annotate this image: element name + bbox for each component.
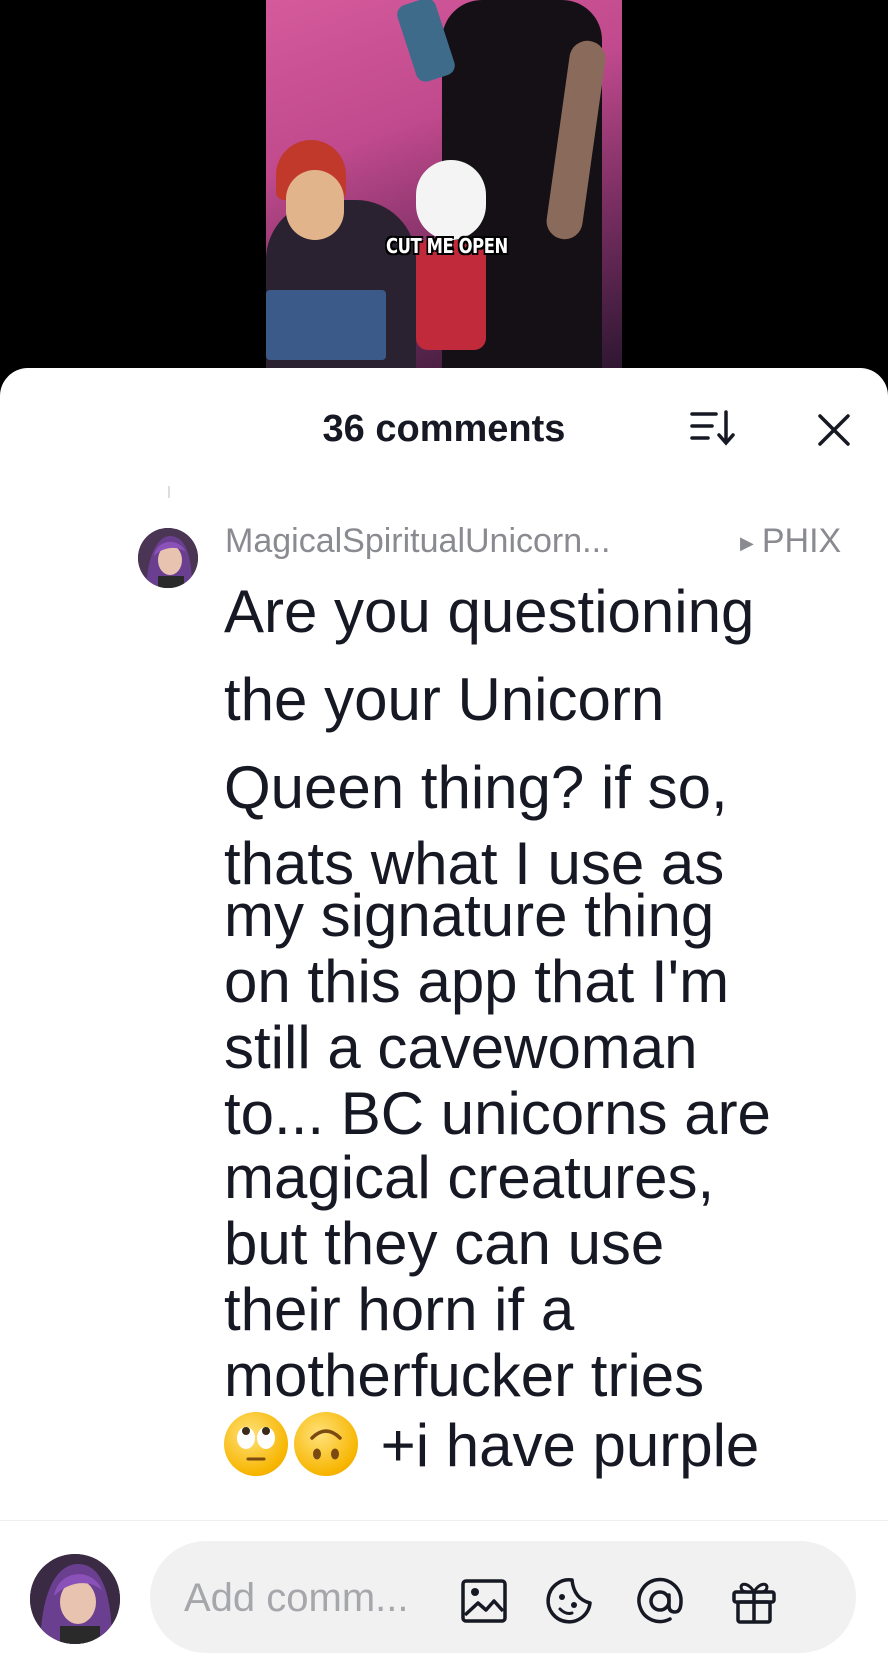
mention-icon[interactable] — [634, 1575, 686, 1627]
video-player[interactable]: CUT ME OPEN — [0, 0, 888, 372]
comment-line: on this app that I'm — [224, 948, 730, 1015]
upside-down-face-emoji — [294, 1412, 358, 1476]
comments-count-title: 36 comments — [322, 408, 566, 450]
play-triangle-icon: ▶ — [740, 532, 754, 553]
comments-sheet: 36 comments MagicalSpiritualUnicorn... ▶… — [0, 368, 888, 1652]
commenter-avatar[interactable] — [138, 528, 198, 588]
close-icon[interactable] — [810, 406, 858, 454]
comment-line-last: +i have purple — [224, 1412, 864, 1480]
reply-target-name: PHIX — [761, 522, 842, 560]
divider — [168, 486, 170, 498]
reply-target[interactable]: ▶ PHIX — [740, 522, 841, 561]
comment-line: motherfucker tries — [224, 1342, 705, 1409]
eye-roll-emoji — [224, 1412, 288, 1476]
emoji-icon[interactable] — [544, 1575, 596, 1627]
comment-line-text: +i have purple — [380, 1412, 760, 1479]
comment-username[interactable]: MagicalSpiritualUnicorn... — [225, 522, 611, 561]
sort-icon[interactable] — [688, 406, 738, 452]
comment-line: to... BC unicorns are — [224, 1080, 771, 1147]
comment-input[interactable] — [182, 1569, 446, 1627]
image-icon[interactable] — [458, 1575, 510, 1627]
video-caption: CUT ME OPEN — [386, 234, 508, 258]
comment-line: Are you questioning — [224, 578, 755, 645]
comment-line: Queen thing? if so, — [224, 754, 728, 821]
gift-icon[interactable] — [728, 1575, 780, 1627]
comment-line: their horn if a — [224, 1276, 575, 1343]
comment-input-container[interactable] — [150, 1541, 856, 1653]
comment-body: Are you questioning the your Unicorn Que… — [224, 578, 864, 1480]
comment-line: but they can use — [224, 1210, 665, 1277]
video-thumbnail: CUT ME OPEN — [266, 0, 622, 372]
comment-line: the your Unicorn — [224, 666, 665, 733]
comment-composer — [0, 1520, 888, 1653]
comment-line: still a cavewoman — [224, 1014, 698, 1081]
user-avatar[interactable] — [30, 1554, 120, 1644]
comment-line: my signature thing — [224, 882, 715, 949]
comment-line: magical creatures, — [224, 1144, 715, 1211]
